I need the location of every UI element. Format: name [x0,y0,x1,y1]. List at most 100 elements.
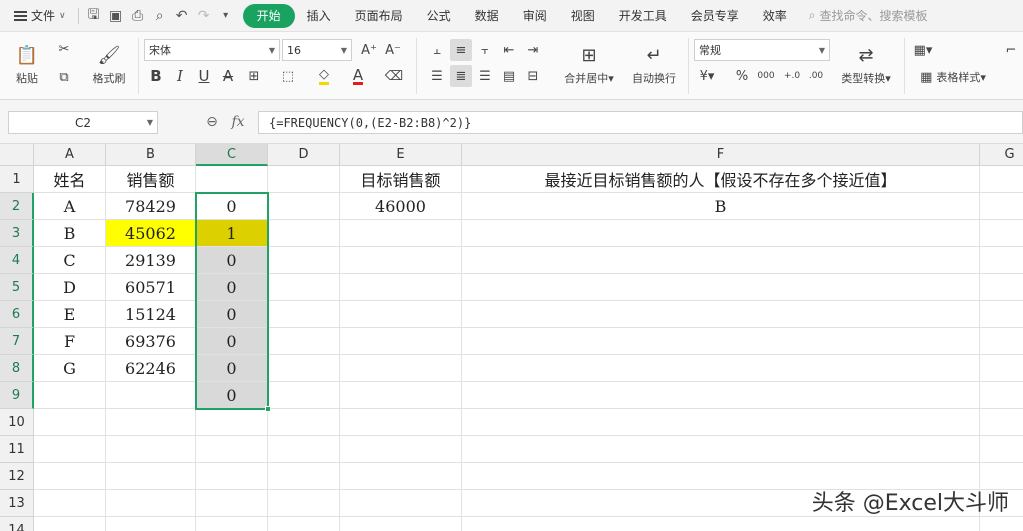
export-pdf-icon[interactable]: ▣ [105,5,127,27]
cell-b4[interactable]: 29139 [106,247,196,274]
cell-f10[interactable] [462,409,980,436]
cell-a10[interactable] [34,409,106,436]
save-icon[interactable]: 🖫 [83,5,105,27]
decrease-indent-icon[interactable]: ⇤ [498,39,520,61]
increase-font-size-icon[interactable]: A⁺ [358,39,380,61]
cell-g2[interactable] [980,193,1023,220]
align-bottom-icon[interactable]: ⫟ [474,39,496,61]
cell-a6[interactable]: E [34,301,106,328]
justify-icon[interactable]: ▤ [498,65,520,87]
cell-e1[interactable]: 目标销售额 [340,166,462,193]
clear-format-icon[interactable]: ⌫ [383,65,405,87]
cell-c13[interactable] [196,490,268,517]
row-header-1[interactable]: 1 [0,166,34,193]
percent-icon[interactable]: % [731,65,753,87]
redo-icon[interactable]: ↷ [193,5,215,27]
font-name-select[interactable]: 宋体 ▼ [144,39,280,61]
cell-g3[interactable] [980,220,1023,247]
cell-d14[interactable] [268,517,340,531]
column-header-c[interactable]: C [196,144,268,166]
underline-icon[interactable]: U [193,65,215,87]
fill-color-icon[interactable]: ◇ [313,65,335,87]
cell-f11[interactable] [462,436,980,463]
tab-1[interactable]: 插入 [295,4,343,28]
cell-d11[interactable] [268,436,340,463]
cell-d1[interactable] [268,166,340,193]
column-header-d[interactable]: D [268,144,340,166]
cell-b12[interactable] [106,463,196,490]
italic-icon[interactable]: I [169,65,191,87]
cell-e2[interactable]: 46000 [340,193,462,220]
cell-c2[interactable]: 0 [196,193,268,220]
spreadsheet-grid[interactable]: A B C D E F G 1 姓名 销售额 目标销售额 最接近目标销售额的人【假设不存在多个接近值】… [0,144,1023,531]
cell-c1[interactable] [196,166,268,193]
strikethrough-icon[interactable]: A [217,65,239,87]
table-style-button[interactable]: ▦ 表格样式▾ [910,66,996,88]
quick-access-more-icon[interactable]: ▾ [215,5,237,27]
font-size-select[interactable]: 16 ▼ [282,39,352,61]
zoom-icon[interactable]: ⊖ [203,113,221,131]
tab-9[interactable]: 效率 [751,4,799,28]
cell-e9[interactable] [340,382,462,409]
cell-f2[interactable]: B [462,193,980,220]
cut-icon[interactable]: ✂ [53,38,75,60]
cell-d2[interactable] [268,193,340,220]
cell-a9[interactable] [34,382,106,409]
sum-icon[interactable]: ⌐ [1000,39,1022,61]
cell-f5[interactable] [462,274,980,301]
cell-c4[interactable]: 0 [196,247,268,274]
tab-8[interactable]: 会员专享 [679,4,751,28]
cell-d10[interactable] [268,409,340,436]
copy-icon[interactable]: ⧉ [53,66,75,88]
cell-g11[interactable] [980,436,1023,463]
number-format-select[interactable]: 常规 ▼ [694,39,830,61]
column-header-a[interactable]: A [34,144,106,166]
cell-f8[interactable] [462,355,980,382]
cell-b13[interactable] [106,490,196,517]
row-header-9[interactable]: 9 [0,382,34,409]
cell-c3[interactable]: 1 [196,220,268,247]
cell-f14[interactable] [462,517,980,531]
cell-c14[interactable] [196,517,268,531]
cell-d13[interactable] [268,490,340,517]
cell-g9[interactable] [980,382,1023,409]
cell-c8[interactable]: 0 [196,355,268,382]
cell-f9[interactable] [462,382,980,409]
undo-icon[interactable]: ↶ [171,5,193,27]
increase-decimal-icon[interactable]: +.0 [781,65,803,87]
cell-g10[interactable] [980,409,1023,436]
name-box[interactable]: C2 ▼ [8,111,158,134]
cell-b3[interactable]: 45062 [106,220,196,247]
cell-a11[interactable] [34,436,106,463]
cell-a2[interactable]: A [34,193,106,220]
align-middle-icon[interactable]: ≡ [450,39,472,61]
cell-e4[interactable] [340,247,462,274]
cell-g8[interactable] [980,355,1023,382]
cell-f6[interactable] [462,301,980,328]
cell-e10[interactable] [340,409,462,436]
increase-indent-icon[interactable]: ⇥ [522,39,544,61]
cell-g6[interactable] [980,301,1023,328]
conditional-format-icon[interactable]: ▦▾ [912,39,934,61]
cell-b6[interactable]: 15124 [106,301,196,328]
cell-c12[interactable] [196,463,268,490]
cell-e14[interactable] [340,517,462,531]
file-menu[interactable]: 文件 ∨ [0,0,74,32]
cell-d9[interactable] [268,382,340,409]
cell-b14[interactable] [106,517,196,531]
cell-a8[interactable]: G [34,355,106,382]
row-header-11[interactable]: 11 [0,436,34,463]
cell-g5[interactable] [980,274,1023,301]
row-header-3[interactable]: 3 [0,220,34,247]
cell-style-icon[interactable]: ⬚ [277,65,299,87]
align-top-icon[interactable]: ⫠ [426,39,448,61]
cell-e3[interactable] [340,220,462,247]
cell-d7[interactable] [268,328,340,355]
cell-b11[interactable] [106,436,196,463]
row-header-5[interactable]: 5 [0,274,34,301]
row-header-6[interactable]: 6 [0,301,34,328]
decrease-decimal-icon[interactable]: .00 [805,65,827,87]
thousands-separator-icon[interactable]: 000 [755,65,777,87]
tab-5[interactable]: 审阅 [511,4,559,28]
cell-b5[interactable]: 60571 [106,274,196,301]
